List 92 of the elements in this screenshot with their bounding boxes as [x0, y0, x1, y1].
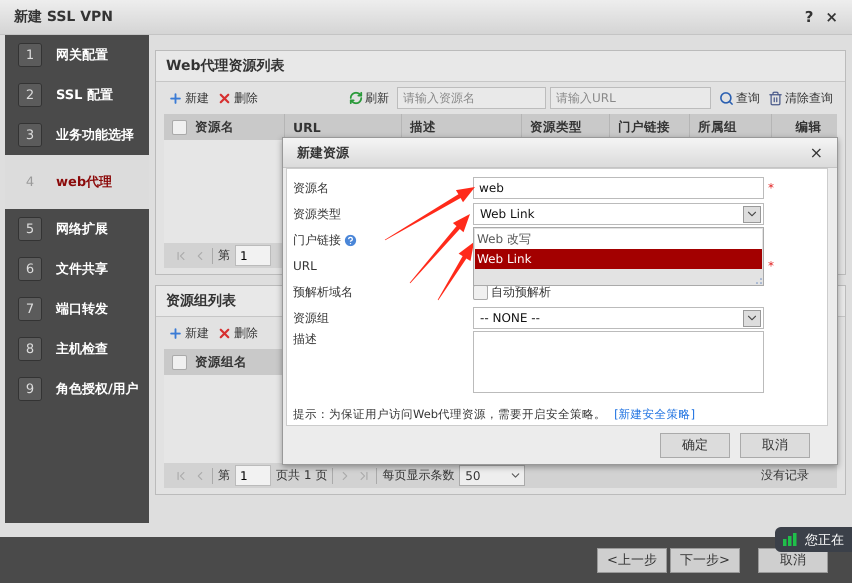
step-label: 文件共享: [56, 260, 109, 278]
search-field[interactable]: 请输入URL: [550, 87, 711, 109]
step-item[interactable]: 8 主机检查: [5, 329, 149, 369]
delete-button[interactable]: 删除: [217, 90, 262, 106]
step-label: 端口转发: [56, 300, 109, 318]
field-label: 资源名: [293, 180, 329, 196]
step-label: 角色授权/用户: [56, 380, 140, 398]
search-icon: [719, 90, 734, 106]
column-header: 所属组: [698, 118, 737, 136]
delete-icon: [217, 326, 232, 340]
page-total: 页共 1 页: [276, 467, 328, 484]
column-header: 门户链接: [618, 118, 670, 136]
step-label: 业务功能选择: [56, 126, 135, 144]
step-item[interactable]: 7 端口转发: [5, 289, 149, 329]
new-policy-link[interactable]: [新建安全策略]: [614, 407, 696, 422]
footer-button[interactable]: <上一步: [597, 548, 667, 572]
delete-icon: [217, 90, 232, 106]
step-number: 1: [18, 43, 42, 67]
tip-text: 提示：为保证用户访问Web代理资源，需要开启安全策略。: [293, 407, 606, 422]
field-label: 门户链接: [293, 232, 341, 248]
step-number: 8: [18, 337, 42, 361]
step-label: 网络扩展: [56, 220, 109, 238]
field-label: 描述: [293, 331, 317, 348]
column-header: 资源组名: [195, 354, 247, 370]
dropdown-option[interactable]: Web Link: [475, 249, 762, 269]
step-number: 2: [18, 83, 42, 107]
page-label: 第: [218, 247, 230, 264]
clear-query-button[interactable]: 清除查询: [768, 90, 837, 106]
column-header: 编辑: [796, 118, 822, 136]
search-button[interactable]: 查询: [719, 90, 764, 106]
signal-bars-icon: [783, 533, 797, 546]
trash-icon: [768, 90, 783, 106]
step-label: 网关配置: [56, 46, 109, 64]
step-label: web代理: [56, 174, 114, 190]
input-field[interactable]: web: [473, 177, 764, 199]
field-label: 预解析域名: [293, 284, 353, 300]
page-size-label: 每页显示条数: [382, 467, 454, 484]
step-number: 4: [24, 174, 36, 192]
footer-button[interactable]: 下一步>: [670, 548, 740, 572]
search-field[interactable]: 请输入资源名: [397, 87, 546, 109]
panel-title: Web代理资源列表: [156, 51, 845, 82]
select-all-checkbox[interactable]: [172, 120, 187, 134]
step-number: 9: [18, 377, 42, 401]
new-button[interactable]: 新建: [168, 90, 213, 106]
step-item[interactable]: 6 文件共享: [5, 249, 149, 289]
step-item[interactable]: 2 SSL 配置: [5, 75, 149, 115]
dialog-button[interactable]: 取消: [740, 432, 810, 458]
close-button[interactable]: ×: [825, 8, 838, 26]
dropdown-option[interactable]: Web 改写: [475, 229, 762, 249]
checkbox-label: 自动预解析: [491, 284, 551, 300]
column-header: 资源名: [195, 118, 234, 136]
column-header: URL: [293, 120, 321, 134]
select-all-checkbox[interactable]: [172, 354, 187, 370]
select-field[interactable]: -- NONE --: [473, 307, 764, 329]
window-title: 新建 SSL VPN: [14, 8, 114, 26]
help-icon[interactable]: [343, 232, 358, 248]
delete-button[interactable]: 删除: [217, 324, 262, 342]
field-label: URL: [293, 259, 317, 273]
empty-status: 没有记录: [761, 467, 809, 484]
select-field[interactable]: Web Link: [473, 203, 764, 225]
column-header: 资源类型: [530, 118, 582, 136]
dialog-title: 新建资源: [297, 144, 349, 162]
close-button[interactable]: ×: [810, 143, 823, 162]
page-field[interactable]: 1: [235, 245, 271, 266]
step-label: 主机检查: [56, 340, 109, 358]
field-label: 资源类型: [293, 206, 341, 222]
page-field[interactable]: 1: [235, 465, 271, 486]
page-size-select[interactable]: 50: [459, 465, 526, 486]
page-label: 第: [218, 467, 230, 484]
step-number: 5: [18, 217, 42, 241]
refresh-icon: [349, 91, 363, 105]
refresh-button[interactable]: 刷新: [349, 90, 393, 106]
dialog-button[interactable]: 确定: [660, 432, 730, 458]
text-area[interactable]: [473, 331, 764, 393]
step-item[interactable]: 3 业务功能选择: [5, 115, 149, 155]
notification-text: 您正在: [805, 532, 844, 548]
step-item[interactable]: 9 角色授权/用户: [5, 369, 149, 409]
required-mark: *: [767, 181, 775, 195]
resize-grip-icon: [756, 278, 762, 284]
new-button[interactable]: 新建: [168, 324, 213, 342]
step-number: 6: [18, 257, 42, 281]
step-number: 3: [18, 123, 42, 147]
step-item[interactable]: 4 web代理: [5, 155, 149, 209]
step-item[interactable]: 1 网关配置: [5, 35, 149, 75]
step-label: SSL 配置: [56, 86, 114, 104]
step-item[interactable]: 5 网络扩展: [5, 209, 149, 249]
help-button[interactable]: ?: [804, 8, 814, 26]
plus-icon: [168, 326, 183, 340]
column-header: 描述: [410, 118, 436, 136]
plus-icon: [168, 90, 183, 106]
step-number: 7: [18, 297, 42, 321]
required-mark: *: [767, 259, 775, 273]
